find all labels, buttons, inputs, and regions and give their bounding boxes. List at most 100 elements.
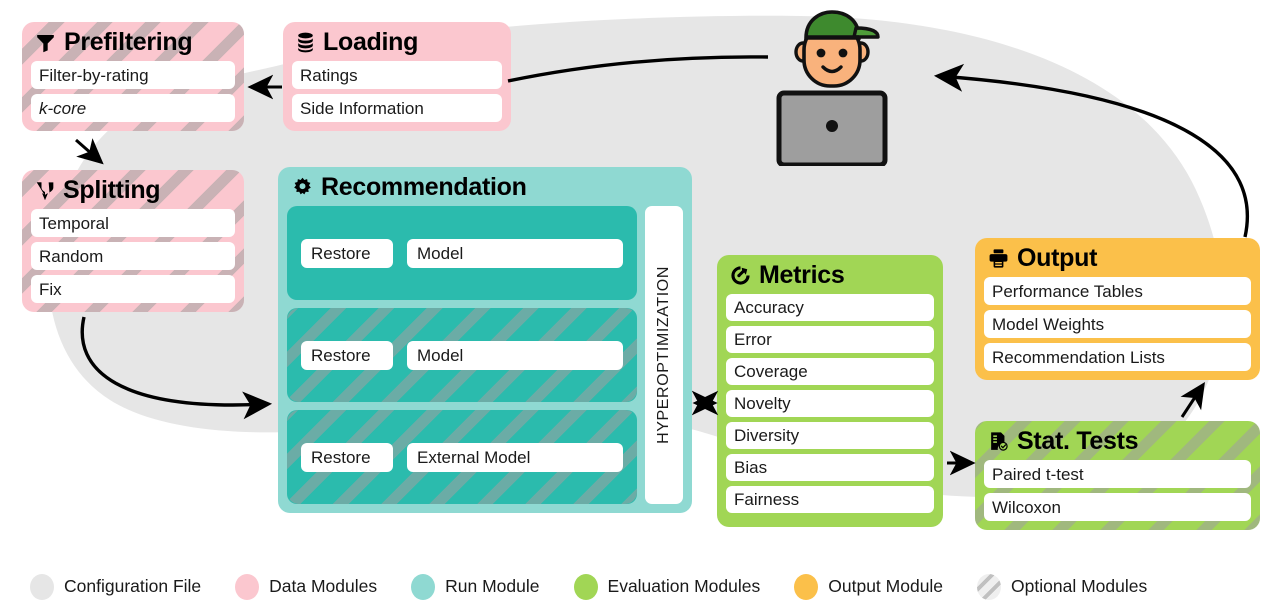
item-label-kcore: k-core [39, 98, 87, 118]
list-item[interactable]: Side Information [292, 94, 502, 122]
module-prefiltering[interactable]: Prefiltering Filter-by-rating k-core [22, 22, 244, 131]
legend-item: Optional Modules [977, 573, 1148, 600]
legend-swatch-output-module [794, 573, 819, 600]
module-loading[interactable]: Loading Ratings Side Information [283, 22, 511, 131]
list-item[interactable]: Wilcoxon [984, 493, 1251, 521]
item-label: Bias [734, 458, 768, 477]
item-label: Side Information [300, 98, 424, 118]
list-item[interactable]: Bias [726, 454, 934, 481]
list-item[interactable]: Fairness [726, 486, 934, 513]
module-stat-tests-title: Stat. Tests [1017, 427, 1139, 455]
restore-label: Restore [311, 243, 371, 263]
list-item[interactable]: Ratings [292, 61, 502, 89]
model-label: Model [417, 345, 464, 365]
legend-item: Run Module [411, 573, 540, 600]
restore-label: Restore [311, 447, 371, 467]
recommendation-body: Restore Model Restore Model Restore Exte… [287, 206, 683, 504]
list-item[interactable]: Performance Tables [984, 277, 1251, 305]
module-recommendation-title: Recommendation [321, 173, 527, 201]
list-item[interactable]: Temporal [31, 209, 235, 237]
item-label: Temporal [39, 213, 109, 233]
item-label: Diversity [734, 426, 800, 445]
legend-swatch-data-modules [235, 573, 260, 600]
module-stat-tests[interactable]: Stat. Tests Paired t-test Wilcoxon [975, 421, 1260, 530]
item-label: Paired t-test [992, 464, 1084, 484]
list-item[interactable]: Novelty [726, 390, 934, 417]
item-label: Filter-by-rating [39, 65, 149, 85]
legend-swatch-configuration-file [30, 573, 54, 600]
diagram-canvas: Prefiltering Filter-by-rating k-core Loa… [0, 0, 1280, 611]
item-label: Fix [39, 279, 62, 299]
model-field[interactable]: Model [407, 238, 623, 268]
item-label: Coverage [734, 362, 808, 381]
list-item[interactable]: Diversity [726, 422, 934, 449]
module-splitting[interactable]: Splitting Temporal Random Fix [22, 170, 244, 312]
item-label: Performance Tables [992, 281, 1143, 301]
module-metrics-header: Metrics [730, 263, 934, 288]
item-label: Accuracy [734, 298, 804, 317]
list-item[interactable]: Random [31, 242, 235, 270]
list-item[interactable]: k-core [31, 94, 235, 122]
list-item[interactable]: Error [726, 326, 934, 353]
list-item[interactable]: Paired t-test [984, 460, 1251, 488]
item-label: Error [734, 330, 772, 349]
hyperoptimization-panel[interactable]: HYPEROPTIMIZATION [645, 206, 683, 504]
module-splitting-header: Splitting [35, 178, 235, 203]
module-splitting-title: Splitting [63, 176, 161, 204]
restore-button[interactable]: Restore [301, 340, 393, 370]
run-row[interactable]: Restore External Model [287, 410, 637, 504]
run-row[interactable]: Restore Model [287, 308, 637, 402]
gear-icon [294, 177, 311, 195]
legend-item: Output Module [794, 573, 944, 600]
legend-swatch-run-module [411, 573, 436, 600]
model-label: External Model [417, 447, 531, 467]
legend-label: Output Module [828, 576, 944, 596]
hyperoptimization-label: HYPEROPTIMIZATION [655, 266, 672, 444]
module-output-header: Output [988, 246, 1251, 271]
model-field[interactable]: Model [407, 340, 623, 370]
legend-item: Data Modules [235, 573, 378, 600]
list-item[interactable]: Recommendation Lists [984, 343, 1251, 371]
list-item[interactable]: Accuracy [726, 294, 934, 321]
item-label: Recommendation Lists [992, 347, 1165, 367]
module-metrics-title: Metrics [759, 261, 845, 289]
item-label: Ratings [300, 65, 358, 85]
list-item[interactable]: Fix [31, 275, 235, 303]
legend-label: Evaluation Modules [607, 576, 761, 596]
restore-button[interactable]: Restore [301, 238, 393, 268]
module-prefiltering-title: Prefiltering [64, 28, 193, 56]
item-label: Random [39, 246, 104, 266]
printer-icon [989, 249, 1008, 268]
module-metrics[interactable]: Metrics Accuracy Error Coverage Novelty … [717, 255, 943, 527]
restore-button[interactable]: Restore [301, 442, 393, 472]
model-field[interactable]: External Model [407, 442, 623, 472]
list-item[interactable]: Filter-by-rating [31, 61, 235, 89]
item-label: Novelty [734, 394, 791, 413]
legend-swatch-evaluation-modules [573, 573, 598, 600]
module-output[interactable]: Output Performance Tables Model Weights … [975, 238, 1260, 380]
legend-item: Configuration File [30, 573, 202, 600]
legend: Configuration File Data Modules Run Modu… [0, 562, 1280, 611]
item-label: Wilcoxon [992, 497, 1061, 517]
legend-label: Optional Modules [1011, 576, 1148, 596]
legend-item: Evaluation Modules [573, 573, 761, 600]
run-list: Restore Model Restore Model Restore Exte… [287, 206, 637, 504]
list-item[interactable]: Coverage [726, 358, 934, 385]
model-label: Model [417, 243, 464, 263]
item-label: Model Weights [992, 314, 1105, 334]
item-label: Fairness [734, 490, 800, 509]
run-row[interactable]: Restore Model [287, 206, 637, 300]
user-at-laptop-illustration [776, 10, 888, 166]
database-icon [298, 32, 313, 53]
module-recommendation[interactable]: Recommendation Restore Model Restore Mod… [278, 167, 692, 513]
module-output-title: Output [1017, 244, 1098, 272]
legend-label: Run Module [445, 576, 540, 596]
legend-label: Data Modules [269, 576, 378, 596]
list-item[interactable]: Model Weights [984, 310, 1251, 338]
legend-swatch-optional-modules [977, 573, 1002, 600]
module-recommendation-header: Recommendation [292, 175, 683, 200]
restore-label: Restore [311, 345, 371, 365]
module-stat-tests-header: Stat. Tests [988, 429, 1251, 454]
legend-label: Configuration File [64, 576, 202, 596]
split-branch-icon [36, 182, 54, 200]
